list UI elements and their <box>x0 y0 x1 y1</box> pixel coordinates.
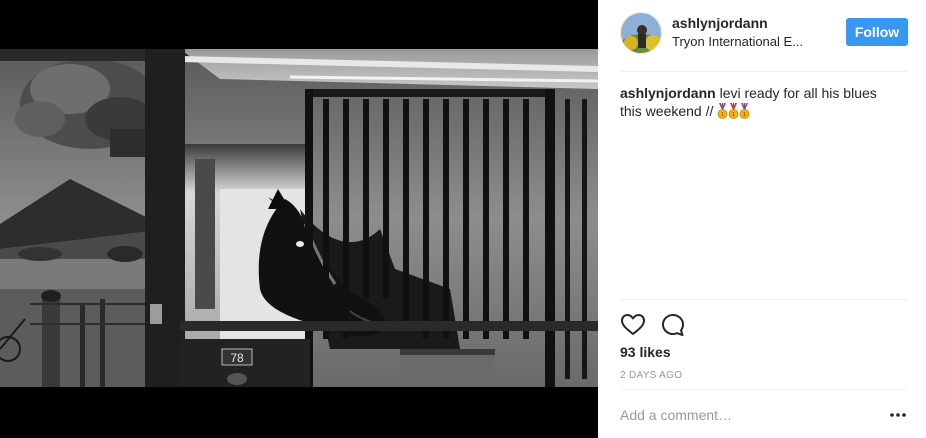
follow-button[interactable]: Follow <box>846 18 908 46</box>
post-timestamp[interactable]: 2 DAYS AGO <box>620 370 682 381</box>
comment-input[interactable] <box>620 404 870 426</box>
gold-medal-icon: 1 <box>717 103 728 119</box>
stall-number-text: 78 <box>230 351 244 365</box>
more-options-icon[interactable] <box>888 406 908 424</box>
post-sidebar: ashlynjordann Tryon International E... F… <box>598 0 926 438</box>
svg-text:1: 1 <box>721 112 724 118</box>
header-username[interactable]: ashlynjordann <box>672 15 768 31</box>
post-actions <box>620 312 700 338</box>
caption-username[interactable]: ashlynjordann <box>620 85 716 101</box>
header-location[interactable]: Tryon International E... <box>672 34 822 49</box>
likes-count[interactable]: 93 likes <box>620 344 671 360</box>
svg-text:1: 1 <box>743 112 746 118</box>
instagram-post-view: 78 ashlynjordann Tryon International E..… <box>0 0 926 438</box>
comment-divider <box>620 389 908 390</box>
svg-text:1: 1 <box>732 112 735 118</box>
gold-medal-icon: 1 <box>739 103 750 119</box>
comment-icon[interactable] <box>660 312 686 338</box>
heart-icon[interactable] <box>620 312 646 338</box>
post-caption: ashlynjordann levi ready for all his blu… <box>620 84 900 120</box>
post-photo[interactable]: 78 <box>0 49 598 387</box>
actions-divider <box>620 299 908 300</box>
avatar[interactable] <box>620 12 662 54</box>
photo-panel: 78 <box>0 0 598 438</box>
header-divider <box>620 71 908 72</box>
gold-medal-icon: 1 <box>728 103 739 119</box>
